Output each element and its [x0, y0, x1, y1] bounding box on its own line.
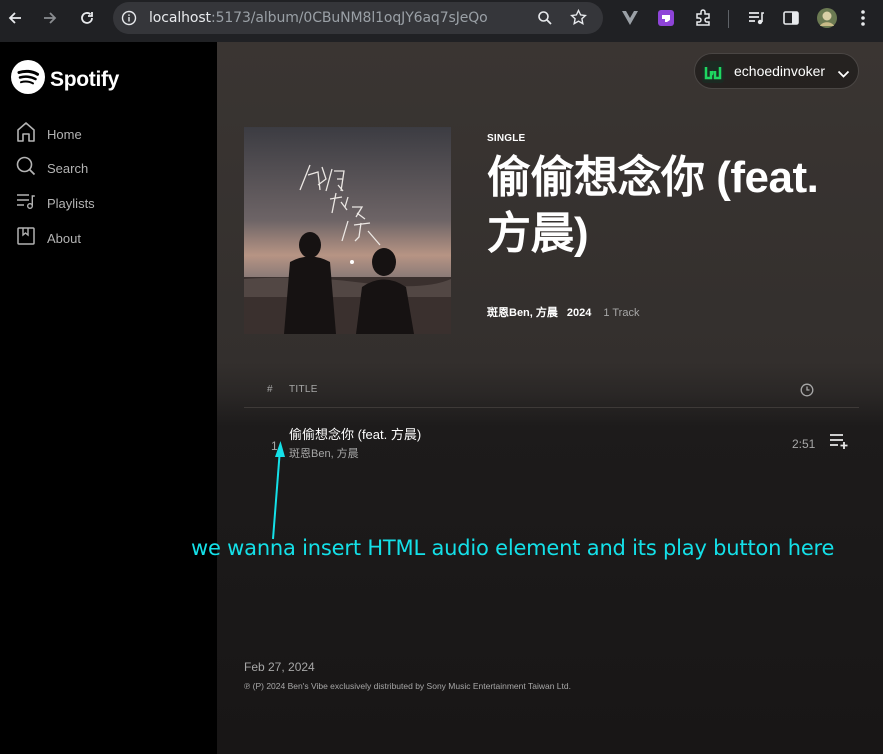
url-text: localhost:5173/album/0CBuNM8l1oqJY6aq7sJ…	[149, 10, 488, 26]
album-meta: 斑恩Ben, 方晨 2024 1 Track	[487, 304, 639, 320]
browser-menu-icon[interactable]	[852, 7, 874, 29]
album-artists[interactable]: 斑恩Ben, 方晨	[487, 304, 558, 320]
forward-arrow-icon[interactable]	[39, 7, 61, 29]
column-header-title: TITLE	[289, 384, 318, 395]
spotify-logo[interactable]: Spotify	[11, 60, 119, 99]
user-menu-button[interactable]: echoedinvoker	[694, 53, 859, 89]
track-title[interactable]: 偷偷想念你 (feat. 方晨)	[289, 424, 421, 443]
sidebar-item-label: About	[47, 230, 81, 246]
add-to-queue-icon[interactable]	[829, 432, 849, 450]
sidebar-item-home[interactable]: Home	[16, 121, 82, 148]
album-title: 偷偷想念你 (feat. 方晨)	[487, 153, 819, 258]
spotify-icon	[11, 60, 45, 99]
album-type-label: SINGLE	[487, 133, 526, 144]
annotation-arrow	[272, 441, 285, 540]
release-date: Feb 27, 2024	[244, 660, 315, 674]
annotation-text: we wanna insert HTML audio element and i…	[191, 536, 835, 560]
zoom-icon[interactable]	[537, 10, 553, 31]
album-year: 2024	[566, 307, 592, 319]
sidebar-item-label: Playlists	[47, 195, 95, 211]
bookmark-star-icon[interactable]	[570, 8, 587, 31]
track-artists[interactable]: 斑恩Ben, 方晨	[289, 445, 359, 461]
column-header-number: #	[267, 384, 273, 395]
brand-wordmark: Spotify	[50, 67, 120, 91]
table-row[interactable]: 1 偷偷想念你 (feat. 方晨) 斑恩Ben, 方晨 2:51	[244, 418, 859, 462]
copyright-text: ℗ (P) 2024 Ben's Vibe exclusively distri…	[244, 681, 571, 691]
bookmark-icon	[16, 226, 36, 251]
extension-purple-icon[interactable]	[655, 7, 677, 29]
track-duration: 2:51	[792, 437, 816, 451]
address-bar[interactable]: localhost:5173/album/0CBuNM8l1oqJY6aq7sJ…	[113, 2, 603, 34]
sidebar-item-label: Search	[47, 160, 89, 176]
sidebar-item-search[interactable]: Search	[16, 156, 88, 180]
table-divider	[244, 407, 859, 408]
sidebar-item-about[interactable]: About	[16, 226, 81, 250]
site-info-icon[interactable]	[121, 10, 137, 31]
search-icon	[16, 156, 36, 181]
media-queue-icon[interactable]	[745, 7, 767, 29]
vue-devtools-icon[interactable]	[619, 7, 641, 29]
album-cover	[244, 127, 451, 334]
reload-icon[interactable]	[76, 7, 98, 29]
username: echoedinvoker	[734, 63, 826, 79]
track-count: 1 Track	[603, 307, 640, 319]
browser-toolbar: localhost:5173/album/0CBuNM8l1oqJY6aq7sJ…	[0, 0, 883, 42]
sidebar-item-label: Home	[47, 126, 82, 142]
sidebar: Spotify Home Search Playlists About	[0, 42, 217, 754]
profile-avatar[interactable]	[816, 7, 838, 29]
chevron-down-icon	[837, 66, 850, 84]
toolbar-divider	[728, 10, 729, 28]
sidebar-item-playlists[interactable]: Playlists	[16, 191, 95, 215]
clock-icon	[800, 383, 814, 402]
playlist-icon	[16, 192, 36, 215]
home-icon	[16, 121, 36, 148]
main-content: echoedinvoker SINGLE 偷偷想念你 (feat. 方晨) 斑恩…	[191, 42, 883, 754]
puzzle-extensions-icon[interactable]	[692, 7, 714, 29]
side-panel-icon[interactable]	[780, 7, 802, 29]
back-arrow-icon[interactable]	[4, 7, 26, 29]
user-avatar-icon	[702, 61, 724, 88]
